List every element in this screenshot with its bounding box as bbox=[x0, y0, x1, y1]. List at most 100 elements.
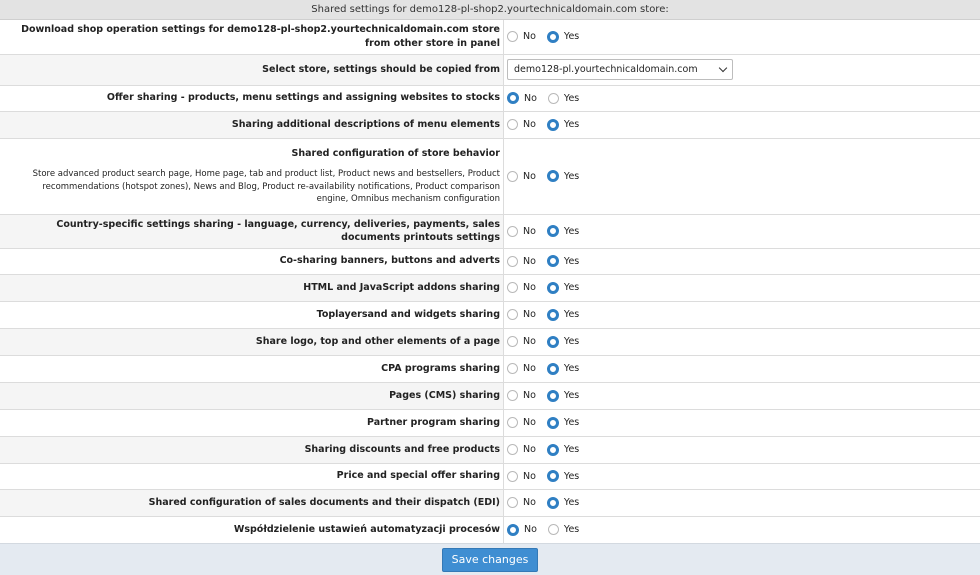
option-no[interactable]: No bbox=[507, 363, 536, 374]
option-no[interactable]: No bbox=[507, 225, 536, 237]
save-changes-button[interactable]: Save changes bbox=[441, 547, 539, 572]
option-no[interactable]: No bbox=[507, 92, 537, 104]
option-no[interactable]: No bbox=[507, 336, 536, 347]
setting-row-discounts: Sharing discounts and free products No Y… bbox=[0, 435, 980, 463]
option-yes[interactable]: Yes bbox=[546, 30, 579, 43]
radio-yes[interactable] bbox=[547, 92, 559, 104]
radio-yes-selected[interactable] bbox=[546, 470, 559, 482]
option-no[interactable]: No bbox=[507, 31, 536, 43]
settings-title: Shared settings for demo128-pl-shop2.you… bbox=[311, 4, 669, 15]
radio-yes-selected[interactable] bbox=[546, 30, 559, 43]
radio-yes-selected[interactable] bbox=[546, 443, 559, 456]
radio-no[interactable] bbox=[507, 363, 518, 374]
setting-row-select-store: Select store, settings should be copied … bbox=[0, 53, 980, 85]
option-yes[interactable]: Yes bbox=[546, 118, 579, 131]
store-select-value: demo128-pl.yourtechnicaldomain.com bbox=[514, 64, 698, 75]
option-yes[interactable]: Yes bbox=[547, 92, 579, 104]
option-no[interactable]: No bbox=[507, 309, 536, 320]
radio-no-selected[interactable] bbox=[507, 92, 519, 104]
radio-group-sales-documents: No Yes bbox=[507, 496, 980, 509]
option-yes[interactable]: Yes bbox=[546, 496, 579, 509]
option-yes[interactable]: Yes bbox=[546, 470, 579, 482]
select-store-label: Select store, settings should be copied … bbox=[0, 53, 504, 85]
option-no[interactable]: No bbox=[507, 170, 536, 182]
radio-no[interactable] bbox=[507, 255, 518, 267]
option-yes[interactable]: Yes bbox=[546, 308, 579, 321]
radio-group-download-settings: No Yes bbox=[507, 30, 980, 43]
option-no[interactable]: No bbox=[507, 282, 536, 293]
option-yes[interactable]: Yes bbox=[546, 362, 579, 375]
option-yes[interactable]: Yes bbox=[547, 524, 579, 536]
radio-no[interactable] bbox=[507, 444, 518, 455]
option-no[interactable]: No bbox=[507, 417, 536, 428]
radio-no[interactable] bbox=[507, 282, 518, 293]
radio-yes-selected[interactable] bbox=[546, 170, 559, 182]
radio-yes-selected[interactable] bbox=[546, 362, 559, 375]
radio-yes-selected[interactable] bbox=[546, 281, 559, 294]
setting-row-cpa-programs: CPA programs sharing No Yes bbox=[0, 354, 980, 382]
setting-label: Share logo, top and other elements of a … bbox=[0, 327, 504, 355]
radio-no[interactable] bbox=[507, 119, 518, 130]
store-select[interactable]: demo128-pl.yourtechnicaldomain.com bbox=[507, 59, 733, 80]
option-yes[interactable]: Yes bbox=[546, 335, 579, 348]
radio-group-partner-program: No Yes bbox=[507, 416, 980, 429]
option-yes[interactable]: Yes bbox=[546, 170, 579, 182]
option-yes[interactable]: Yes bbox=[546, 225, 579, 237]
radio-yes-selected[interactable] bbox=[546, 225, 559, 237]
radio-no[interactable] bbox=[507, 390, 518, 401]
radio-no[interactable] bbox=[507, 497, 518, 508]
radio-yes-selected[interactable] bbox=[546, 308, 559, 321]
setting-label: Partner program sharing bbox=[0, 408, 504, 436]
radio-yes-selected[interactable] bbox=[546, 389, 559, 402]
option-yes[interactable]: Yes bbox=[546, 443, 579, 456]
radio-yes-selected[interactable] bbox=[546, 496, 559, 509]
radio-group-banners: No Yes bbox=[507, 255, 980, 267]
radio-group-store-behavior: No Yes bbox=[507, 170, 980, 182]
radio-group-toplayers-widgets: No Yes bbox=[507, 308, 980, 321]
setting-row-process-automation: Współdzielenie ustawień automatyzacji pr… bbox=[0, 515, 980, 543]
setting-row-download-settings: Download shop operation settings for dem… bbox=[0, 20, 980, 54]
setting-label: Price and special offer sharing bbox=[0, 462, 504, 489]
setting-label: HTML and JavaScript addons sharing bbox=[0, 273, 504, 301]
radio-yes-selected[interactable] bbox=[546, 416, 559, 429]
radio-yes[interactable] bbox=[547, 524, 559, 536]
option-yes[interactable]: Yes bbox=[546, 389, 579, 402]
radio-no[interactable] bbox=[507, 336, 518, 347]
settings-header: Shared settings for demo128-pl-shop2.you… bbox=[0, 0, 980, 20]
radio-no[interactable] bbox=[507, 225, 518, 237]
option-yes[interactable]: Yes bbox=[546, 255, 579, 267]
option-no[interactable]: No bbox=[507, 497, 536, 508]
setting-row-store-behavior: Shared configuration of store behavior S… bbox=[0, 137, 980, 214]
option-yes[interactable]: Yes bbox=[546, 416, 579, 429]
option-no[interactable]: No bbox=[507, 255, 536, 267]
radio-yes-selected[interactable] bbox=[546, 335, 559, 348]
radio-no[interactable] bbox=[507, 470, 518, 482]
radio-group-country-settings: No Yes bbox=[507, 225, 980, 237]
setting-row-cms-pages: Pages (CMS) sharing No Yes bbox=[0, 381, 980, 409]
setting-label: Sharing discounts and free products bbox=[0, 435, 504, 463]
radio-no[interactable] bbox=[507, 170, 518, 182]
option-yes[interactable]: Yes bbox=[546, 281, 579, 294]
radio-group-offer-sharing: No Yes bbox=[507, 92, 980, 104]
radio-group-price-offers: No Yes bbox=[507, 470, 980, 482]
option-no[interactable]: No bbox=[507, 444, 536, 455]
setting-row-partner-program: Partner program sharing No Yes bbox=[0, 408, 980, 436]
radio-no[interactable] bbox=[507, 309, 518, 320]
option-no[interactable]: No bbox=[507, 119, 536, 130]
radio-no[interactable] bbox=[507, 31, 518, 43]
radio-no[interactable] bbox=[507, 417, 518, 428]
option-no[interactable]: No bbox=[507, 390, 536, 401]
radio-yes-selected[interactable] bbox=[546, 118, 559, 131]
option-no[interactable]: No bbox=[507, 523, 537, 536]
setting-label: Shared configuration of sales documents … bbox=[0, 488, 504, 516]
setting-row-offer-sharing: Offer sharing - products, menu settings … bbox=[0, 84, 980, 111]
option-no[interactable]: No bbox=[507, 470, 536, 482]
radio-no-selected[interactable] bbox=[507, 523, 519, 536]
chevron-down-icon bbox=[718, 63, 728, 73]
setting-label: Współdzielenie ustawień automatyzacji pr… bbox=[0, 515, 504, 543]
radio-group-discounts: No Yes bbox=[507, 443, 980, 456]
radio-yes-selected[interactable] bbox=[546, 255, 559, 267]
setting-row-sales-documents: Shared configuration of sales documents … bbox=[0, 488, 980, 516]
setting-row-toplayers-widgets: Toplayersand and widgets sharing No Yes bbox=[0, 300, 980, 328]
radio-group-html-js-addons: No Yes bbox=[507, 281, 980, 294]
